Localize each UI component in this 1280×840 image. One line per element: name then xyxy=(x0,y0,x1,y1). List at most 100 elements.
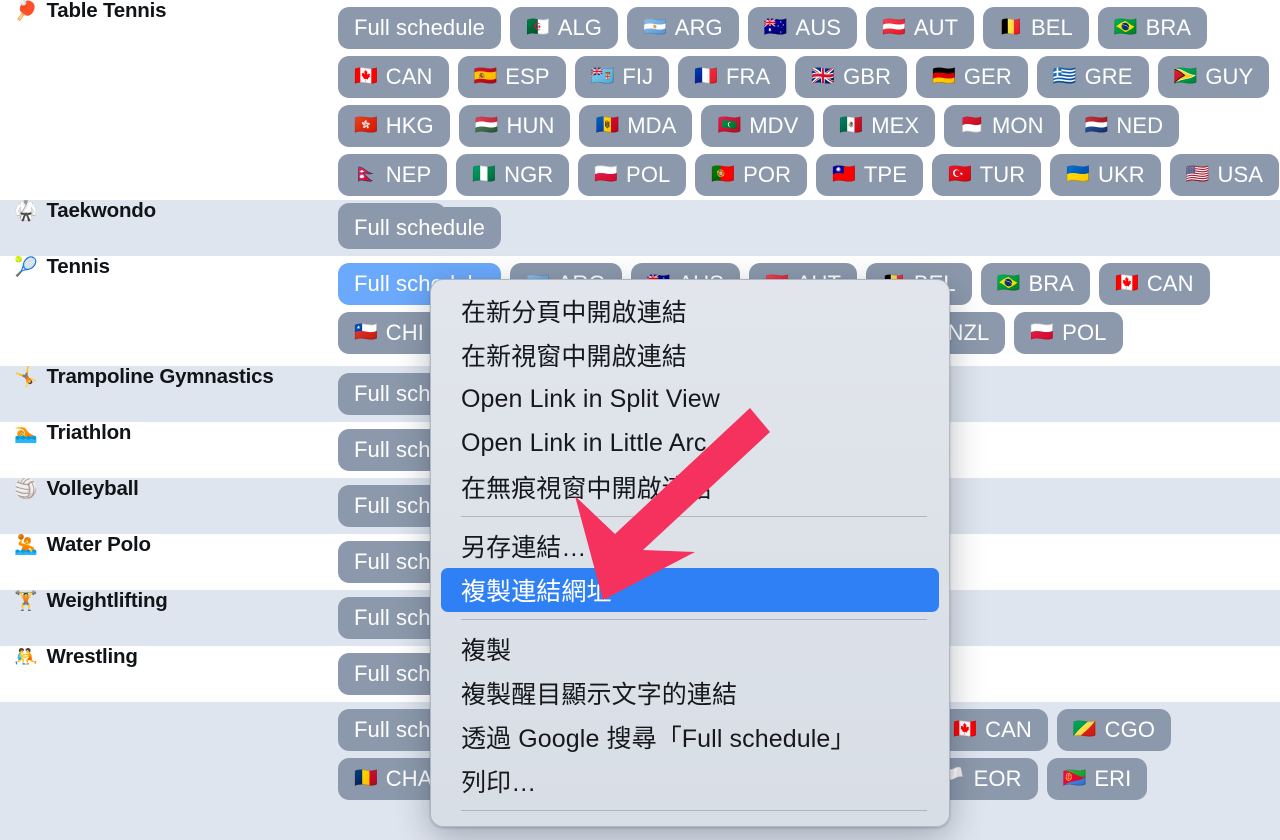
country-chip[interactable]: 🇲🇽 MEX xyxy=(823,105,936,147)
schedule-row: 🏓 Table Tennis Full schedule 🇩🇿 ALG 🇦🇷 ARG 🇦🇺 AU… xyxy=(0,0,1280,245)
country-chip[interactable]: 🇹🇼 TPE xyxy=(816,154,923,196)
schedule-chip-group: Full schedule xyxy=(338,200,1280,256)
sport-emoji-icon: 🎾 xyxy=(14,255,38,278)
country-chip[interactable]: 🇭🇺 HUN xyxy=(458,105,571,147)
chip-label: Full schedule xyxy=(354,214,485,240)
country-chip[interactable]: 🇵🇹 POR xyxy=(695,154,808,196)
chip-label: POR xyxy=(743,161,792,187)
chip-label: CGO xyxy=(1104,716,1156,742)
country-chip[interactable]: 🇫🇯 FIJ xyxy=(574,56,670,98)
chip-label: POL xyxy=(1062,319,1107,345)
chip-label: GBR xyxy=(843,63,892,89)
country-chip[interactable]: 🇫🇷 FRA xyxy=(678,56,787,98)
context-menu-item[interactable]: 在新分頁中開啟連結 xyxy=(431,289,949,333)
chip-label: Full sch xyxy=(354,660,431,686)
chip-label: Full sch xyxy=(354,380,431,406)
country-chip[interactable]: 🇵🇱 POL xyxy=(1014,312,1123,354)
full-schedule-chip[interactable]: Full schedule xyxy=(338,7,501,49)
country-chip[interactable]: 🇺🇸 USA xyxy=(1169,154,1280,196)
country-chip[interactable]: 🇲🇨 MON xyxy=(944,105,1060,147)
chip-label: GUY xyxy=(1205,63,1254,89)
flag-icon: 🇫🇯 xyxy=(590,65,615,87)
chip-label: HUN xyxy=(506,112,555,138)
chip-label: AUS xyxy=(795,14,842,40)
flag-icon: 🇨🇬 xyxy=(1072,718,1097,740)
context-menu-item-label: Open Link in Split View xyxy=(461,384,720,413)
country-chip[interactable]: 🇬🇾 GUY xyxy=(1157,56,1270,98)
flag-icon: 🇹🇩 xyxy=(354,767,378,789)
context-menu-item[interactable]: 複製連結網址 xyxy=(441,568,939,612)
chip-label: HKG xyxy=(385,112,434,138)
country-chip[interactable]: 🇧🇷 BRA xyxy=(980,263,1091,305)
chip-label: POL xyxy=(626,161,671,187)
flag-icon: 🇬🇾 xyxy=(1173,65,1198,87)
country-chip[interactable]: 🇵🇱 POL xyxy=(578,154,687,196)
flag-icon: 🇨🇦 xyxy=(953,718,978,740)
country-chip[interactable]: 🇪🇸 ESP xyxy=(457,56,566,98)
context-menu-item[interactable]: 在新視窗中開啟連結 xyxy=(431,333,949,377)
full-schedule-chip[interactable]: Full schedule xyxy=(338,207,501,249)
context-menu-item[interactable]: 複製 xyxy=(431,627,949,671)
country-chip[interactable]: 🇦🇹 AUT xyxy=(866,7,975,49)
context-menu-item[interactable]: 另存連結… xyxy=(431,524,949,568)
chip-label: CAN xyxy=(985,716,1032,742)
chip-label: TUR xyxy=(979,161,1026,187)
country-chip[interactable]: 🇲🇻 MDV xyxy=(701,105,815,147)
country-chip[interactable]: 🇩🇿 ALG xyxy=(509,7,619,49)
sport-name: Weightlifting xyxy=(46,589,168,612)
country-chip[interactable]: 🇦🇷 ARG xyxy=(627,7,739,49)
country-chip[interactable]: 🇳🇵 NEP xyxy=(338,154,448,196)
country-chip[interactable]: 🇨🇦 CAN xyxy=(937,709,1048,751)
country-chip[interactable]: 🇨🇦 CAN xyxy=(1099,263,1210,305)
context-menu-item-label: 複製連結網址 xyxy=(461,578,612,606)
context-menu-item[interactable]: 列印… xyxy=(431,759,949,803)
context-menu-separator xyxy=(461,619,927,620)
chip-label: Full sch xyxy=(354,436,431,462)
context-menu[interactable]: 在新分頁中開啟連結 在新視窗中開啟連結 Open Link in Split Vie… xyxy=(430,279,950,827)
context-menu-item[interactable]: 透過 Google 搜尋「Full schedule」 xyxy=(431,715,949,759)
chip-label: MDA xyxy=(627,112,677,138)
chip-label: TPE xyxy=(863,161,907,187)
context-menu-item[interactable]: Open Link in Little Arc xyxy=(431,421,949,465)
chip-label: MDV xyxy=(749,112,799,138)
country-chip[interactable]: 🇬🇷 GRE xyxy=(1036,56,1149,98)
country-chip[interactable]: 🇧🇪 BEL xyxy=(983,7,1089,49)
flag-icon: 🇦🇹 xyxy=(882,16,906,38)
country-chip[interactable]: 🇩🇪 GER xyxy=(916,56,1028,98)
chip-label: CAN xyxy=(385,63,433,89)
context-menu-item[interactable]: Open Link in Split View xyxy=(431,377,949,421)
chip-label: Full sch xyxy=(354,604,431,630)
country-chip[interactable]: 🇲🇩 MDA xyxy=(579,105,693,147)
country-chip[interactable]: 🇨🇬 CGO xyxy=(1056,709,1172,751)
chip-label: NGR xyxy=(504,161,554,187)
country-chip[interactable]: 🇺🇦 UKR xyxy=(1050,154,1161,196)
flag-icon: 🇬🇧 xyxy=(811,65,836,87)
flag-icon: 🇹🇷 xyxy=(947,163,972,185)
country-chip[interactable]: 🇭🇰 HKG xyxy=(338,105,450,147)
sport-name: Tennis xyxy=(46,255,110,278)
country-chip[interactable]: 🇪🇷 ERI xyxy=(1046,758,1148,800)
flag-icon: 🇩🇿 xyxy=(525,16,550,38)
context-menu-item[interactable]: 複製醒目顯示文字的連結 xyxy=(431,671,949,715)
country-chip[interactable]: 🇹🇷 TUR xyxy=(931,154,1042,196)
schedule-row: 🥋 Taekwondo Full schedule xyxy=(0,199,1280,256)
sport-row-label: 🤼 Wrestling xyxy=(0,645,338,669)
flag-icon: 🇵🇱 xyxy=(594,163,619,185)
country-chip[interactable]: 🇨🇦 CAN xyxy=(338,56,449,98)
chip-label: ESP xyxy=(505,63,550,89)
country-chip[interactable]: 🇨🇱 CHI xyxy=(338,312,440,354)
flag-icon: 🇲🇨 xyxy=(960,114,984,136)
sport-name: Triathlon xyxy=(46,421,132,444)
chip-label: NZL xyxy=(947,319,990,345)
sport-row-label: 🏐 Volleyball xyxy=(0,477,338,501)
country-chip[interactable]: 🇳🇱 NED xyxy=(1068,105,1180,147)
country-chip[interactable]: 🇧🇷 BRA xyxy=(1097,7,1208,49)
context-menu-item[interactable]: 在無痕視窗中開啟連結 xyxy=(431,465,949,509)
country-chip[interactable]: 🇳🇬 NGR xyxy=(456,154,570,196)
chip-label: Full schedule xyxy=(354,14,485,40)
country-chip[interactable]: 🇬🇧 GBR xyxy=(795,56,908,98)
sport-name: Volleyball xyxy=(46,477,139,500)
context-menu-item-label: 複製 xyxy=(461,637,512,665)
sport-name: Water Polo xyxy=(46,533,151,556)
country-chip[interactable]: 🇦🇺 AUS xyxy=(747,7,858,49)
